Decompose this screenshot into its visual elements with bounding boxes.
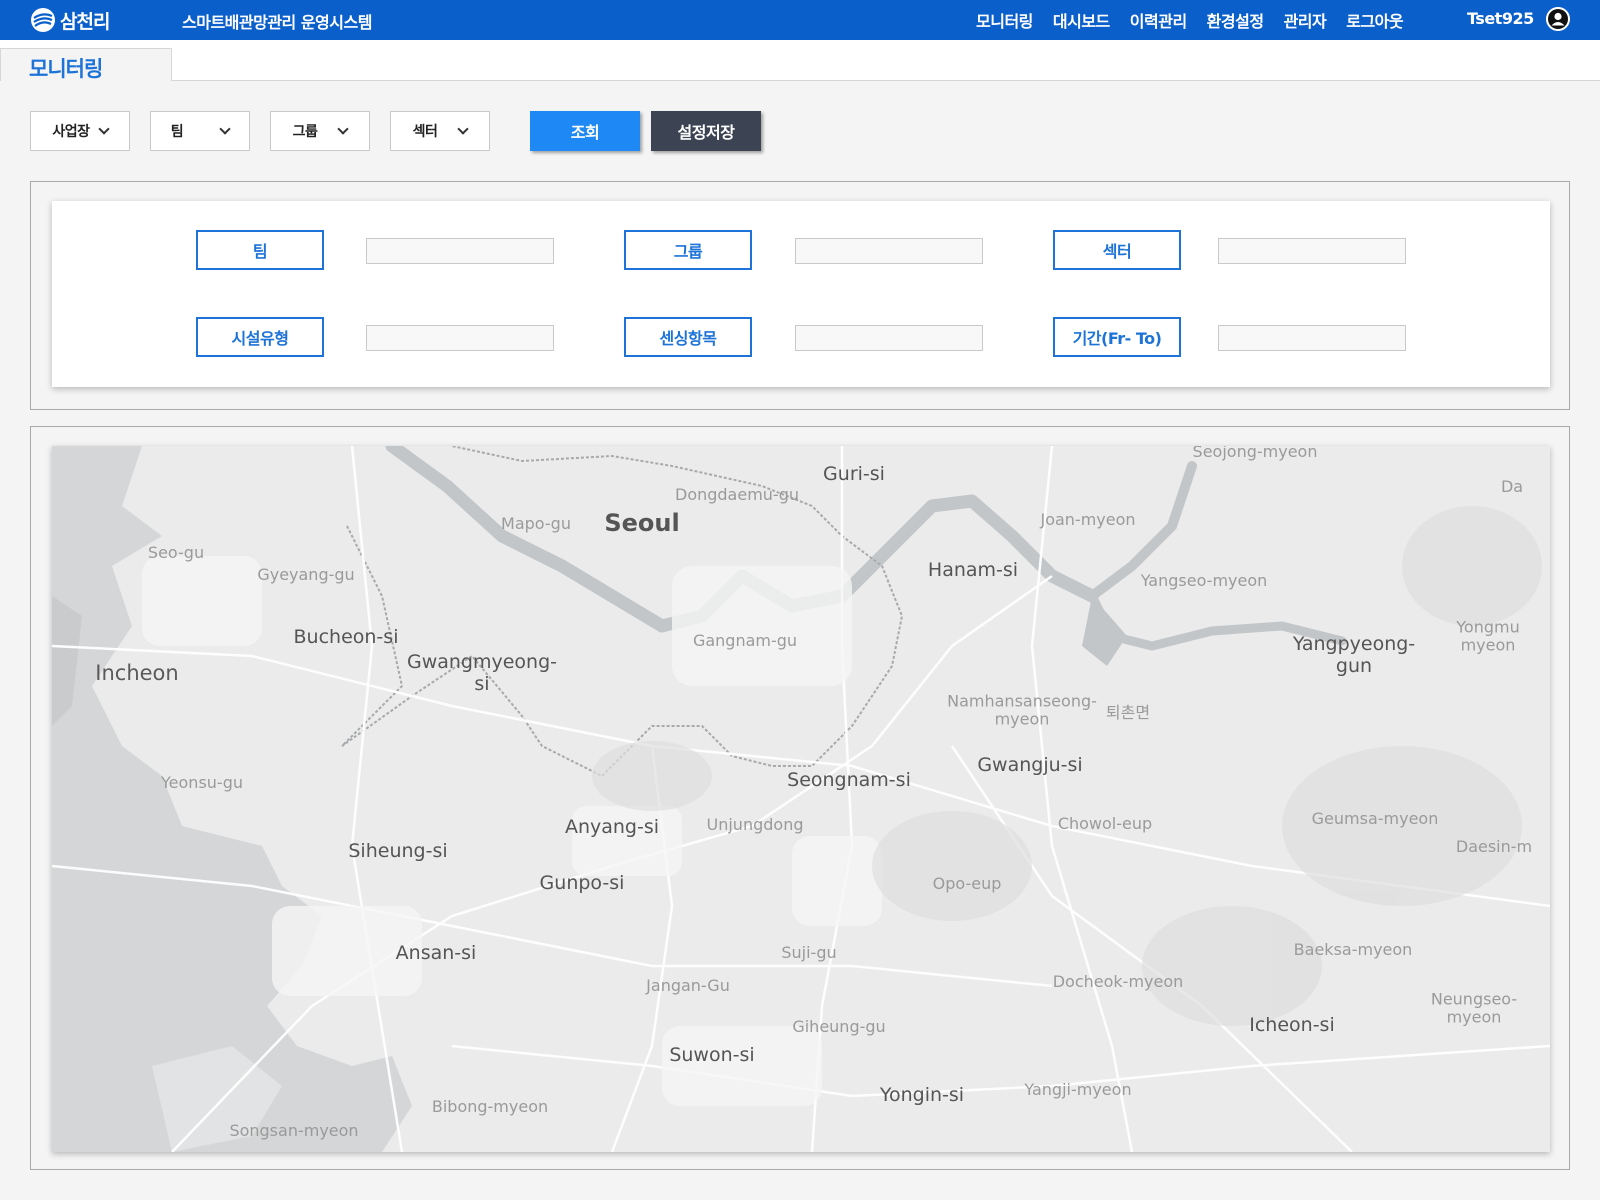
map-place-label: Seongnam-si	[787, 769, 911, 792]
map-place-label: Icheon-si	[1249, 1014, 1335, 1037]
nav-history[interactable]: 이력관리	[1130, 8, 1187, 32]
map-place-label: Siheung-si	[348, 840, 448, 863]
map-place-label: Yangji-myeon	[1024, 1079, 1132, 1099]
page-tab-bar: 모니터링	[0, 40, 1600, 81]
chevron-down-icon	[97, 123, 110, 135]
nav-logout[interactable]: 로그아웃	[1346, 8, 1403, 32]
map-place-label: Guri-si	[823, 463, 885, 486]
app-title: 스마트배관망관리 운영시스템	[182, 13, 372, 32]
group-dropdown[interactable]: 그룹	[270, 111, 370, 151]
nav-monitoring[interactable]: 모니터링	[976, 8, 1033, 32]
nav-admin[interactable]: 관리자	[1284, 8, 1327, 32]
main-nav: 모니터링 대시보드 이력관리 환경설정 관리자 로그아웃	[976, 8, 1423, 32]
map-place-label: Suwon-si	[669, 1044, 755, 1067]
map-place-label: Namhansanseong-myeon	[947, 691, 1097, 729]
map-place-label: Anyang-si	[564, 816, 660, 839]
map-place-label: Geumsa-myeon	[1311, 808, 1439, 828]
group-value-field	[795, 238, 983, 264]
chevron-down-icon	[219, 123, 231, 135]
sensing-item-label: 센싱항목	[624, 317, 752, 357]
map-place-label: Baeksa-myeon	[1293, 939, 1413, 959]
team-dropdown[interactable]: 팀	[150, 111, 250, 151]
map-place-label: Daesin-m	[1455, 836, 1533, 856]
map-view[interactable]: Seoul Incheon Guri-si Hanam-si Bucheon-si Gwa…	[52, 446, 1550, 1152]
map-place-label: Suji-gu	[781, 942, 837, 962]
map-place-label: Yeonsu-gu	[161, 772, 243, 792]
sector-label: 섹터	[1053, 230, 1181, 270]
top-nav-bar: 삼천리 스마트배관망관리 운영시스템 모니터링 대시보드 이력관리 환경설정 관…	[0, 0, 1600, 40]
map-place-label: Unjungdong	[706, 814, 804, 834]
map-place-label: Chowol-eup	[1057, 813, 1153, 833]
map-place-label: Neungseo-myeon	[1430, 989, 1518, 1027]
map-place-label: Incheon	[95, 660, 179, 685]
map-place-label: Gyeyang-gu	[257, 564, 355, 584]
period-value-field	[1218, 325, 1406, 351]
group-dropdown-label: 그룹	[292, 124, 318, 140]
chevron-down-icon	[457, 123, 470, 135]
map-place-label: Bucheon-si	[293, 626, 399, 649]
brand-name: 삼천리	[60, 10, 110, 33]
team-value-field	[366, 238, 554, 264]
map-place-label: Jangan-Gu	[646, 975, 730, 995]
facility-type-label: 시설유형	[196, 317, 324, 357]
team-label: 팀	[196, 230, 324, 270]
sector-dropdown[interactable]: 섹터	[390, 111, 490, 151]
tab-monitoring[interactable]: 모니터링	[0, 48, 172, 81]
map-place-label: Opo-eup	[932, 873, 1002, 893]
map-place-label: Giheung-gu	[792, 1016, 886, 1036]
nav-settings[interactable]: 환경설정	[1207, 8, 1264, 32]
samchully-logo-icon	[31, 8, 55, 32]
map-place-label: Joan-myeon	[1040, 509, 1136, 529]
map-place-label: Yangseo-myeon	[1140, 570, 1268, 590]
site-dropdown-label: 사업장	[52, 124, 90, 140]
map-place-label: Dongdaemu-gu	[674, 484, 800, 504]
map-place-label: Songsan-myeon	[229, 1120, 359, 1140]
sensing-item-value-field	[795, 325, 983, 351]
map-place-label: Yangpyeong-gun	[1292, 633, 1416, 677]
period-label: 기간(Fr- To)	[1053, 317, 1181, 357]
map-place-label: Mapo-gu	[501, 513, 571, 533]
brand-logo[interactable]: 삼천리	[30, 6, 110, 34]
map-place-label: Gwangju-si	[977, 754, 1083, 777]
save-settings-button[interactable]: 설정저장	[651, 111, 761, 151]
map-panel: Seoul Incheon Guri-si Hanam-si Bucheon-si Gwa…	[30, 426, 1570, 1170]
map-place-label: Seo-gu	[147, 542, 205, 562]
site-dropdown[interactable]: 사업장	[30, 111, 130, 151]
map-place-label: Gangnam-gu	[692, 630, 798, 650]
nav-dashboard[interactable]: 대시보드	[1053, 8, 1110, 32]
user-name[interactable]: Tset925	[1467, 9, 1534, 28]
map-basemap	[52, 446, 1550, 1152]
sector-dropdown-label: 섹터	[412, 124, 438, 140]
map-place-label: Bibong-myeon	[431, 1096, 549, 1116]
map-place-label: Ansan-si	[395, 942, 477, 965]
facility-type-value-field	[366, 325, 554, 351]
user-avatar-icon[interactable]	[1546, 7, 1570, 31]
team-dropdown-label: 팀	[170, 124, 184, 140]
sector-value-field	[1218, 238, 1406, 264]
map-place-label: Hanam-si	[927, 559, 1019, 582]
map-place-label: Da	[1500, 476, 1524, 496]
info-panel: 팀 그룹 섹터 시설유형 센싱항목 기간(Fr- To)	[30, 181, 1570, 410]
chevron-down-icon	[337, 123, 350, 135]
map-place-label: Docheok-myeon	[1052, 971, 1184, 991]
map-place-label: Gunpo-si	[539, 872, 625, 895]
map-place-label: Seoul	[604, 509, 680, 538]
map-place-label: 퇴촌면	[1105, 702, 1151, 722]
info-card: 팀 그룹 섹터 시설유형 센싱항목 기간(Fr- To)	[52, 201, 1550, 387]
map-place-label: Yongmu myeon	[1456, 617, 1520, 655]
map-place-label: Yongin-si	[879, 1084, 965, 1107]
page-title: 모니터링	[29, 57, 103, 81]
group-label: 그룹	[624, 230, 752, 270]
map-place-label: Gwangmyeong-si	[406, 651, 558, 695]
search-button[interactable]: 조회	[530, 111, 640, 151]
map-place-label: Seojong-myeon	[1192, 446, 1318, 461]
